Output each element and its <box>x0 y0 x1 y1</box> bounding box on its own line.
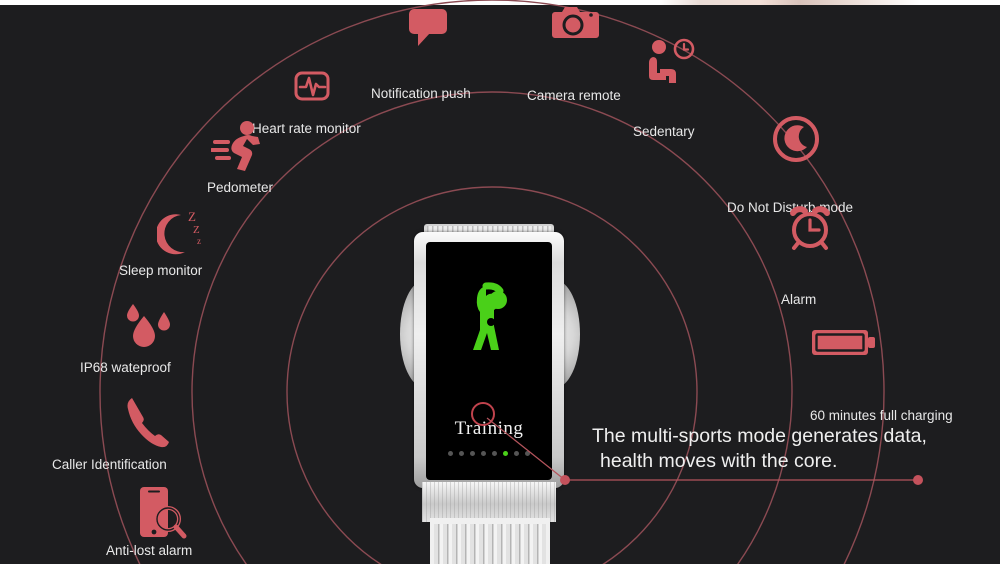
feature-label: Notification push <box>371 86 471 101</box>
feature-sedentary: Sedentary <box>633 38 695 140</box>
phone-search-icon <box>136 485 192 546</box>
running-person-icon <box>210 118 271 179</box>
feature-alarm: Alarm <box>781 206 830 308</box>
feature-caller-identification: Caller Identification <box>52 398 169 473</box>
svg-text:Z: Z <box>188 209 196 224</box>
page-dot <box>514 451 519 456</box>
feature-label: Pedometer <box>207 180 274 195</box>
feature-label: Alarm <box>781 292 817 307</box>
feature-label: Camera remote <box>527 88 621 103</box>
ecg-monitor-icon <box>292 66 332 111</box>
smartwatch-product-image: Training <box>400 224 580 564</box>
feature-pedometer: Pedometer <box>207 121 274 196</box>
feature-ip68-waterproof: IP68 wateproof <box>80 304 171 376</box>
feature-notification-push: Notification push <box>371 9 471 102</box>
water-drops-icon <box>122 302 178 363</box>
watch-screen-title: Training <box>454 418 524 439</box>
moon-in-circle-icon <box>771 114 821 169</box>
feature-sleep-monitor: Z Z z Sleep monitor <box>119 209 203 279</box>
page-dot <box>459 451 464 456</box>
callout-line-2: health moves with the core. <box>600 449 838 472</box>
feature-anti-lost-alarm: Anti-lost alarm <box>106 487 192 559</box>
page-dot <box>525 451 530 456</box>
battery-icon <box>810 324 880 365</box>
seated-person-clock-icon <box>643 38 695 93</box>
watch-band-bottom <box>422 482 556 522</box>
page-dot <box>492 451 497 456</box>
watch-screen: Training <box>426 242 552 480</box>
page-dot-active <box>503 451 508 456</box>
phone-handset-icon <box>122 395 172 456</box>
camera-icon <box>549 0 601 47</box>
svg-text:z: z <box>197 236 201 246</box>
feature-camera-remote: Camera remote <box>527 7 621 104</box>
page-dot <box>470 451 475 456</box>
speech-bubble-icon <box>406 6 452 51</box>
product-feature-poster: Heart rate monitor Notification push Cam… <box>0 0 1000 564</box>
exercising-person-icon <box>458 282 520 373</box>
page-dot <box>448 451 453 456</box>
crescent-moon-zzz-icon: Z Z z <box>155 207 213 264</box>
watch-page-dots <box>426 451 552 456</box>
alarm-clock-icon <box>784 202 836 257</box>
watch-band-links <box>430 518 550 564</box>
feature-label: Sleep monitor <box>119 263 203 278</box>
feature-label: 60 minutes full charging <box>810 408 953 423</box>
page-dot <box>481 451 486 456</box>
callout-text: The multi-sports mode generates data, he… <box>592 424 992 474</box>
callout-line-1: The multi-sports mode generates data, <box>592 425 927 447</box>
feature-label: Sedentary <box>633 124 695 139</box>
feature-full-charging: 60 minutes full charging <box>810 330 953 424</box>
svg-text:Z: Z <box>193 224 200 236</box>
feature-label: Caller Identification <box>52 457 167 472</box>
